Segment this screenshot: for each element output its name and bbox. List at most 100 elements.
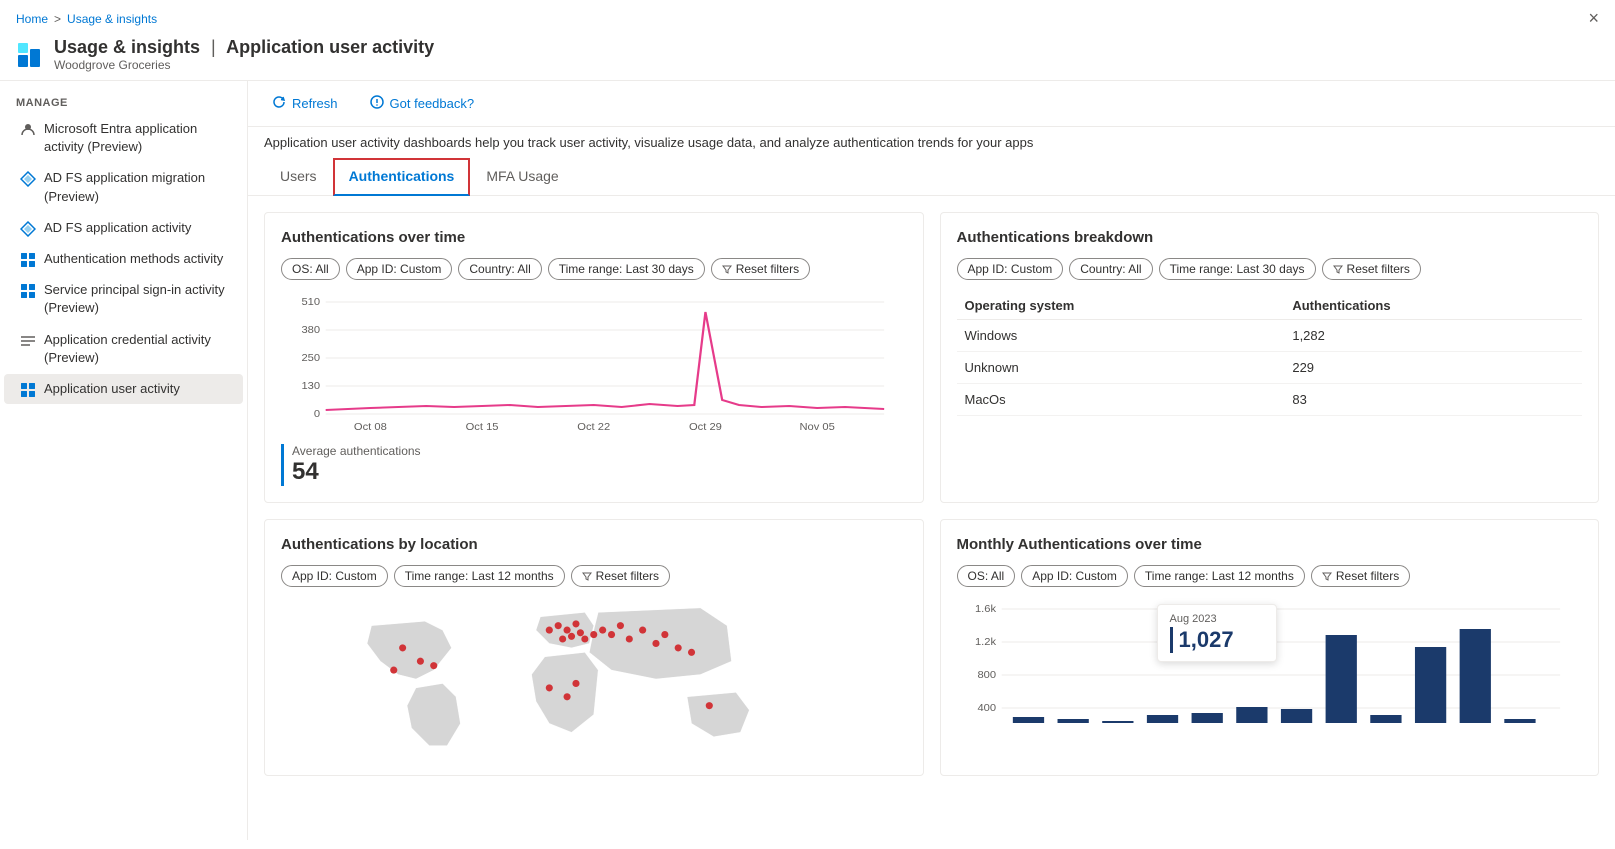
svg-text:800: 800 bbox=[977, 670, 996, 681]
chip-os[interactable]: OS: All bbox=[281, 258, 340, 280]
page-description: Application user activity dashboards hel… bbox=[248, 127, 1615, 158]
count-windows: 1,282 bbox=[1284, 320, 1582, 352]
card-auth-over-time: Authentications over time OS: All App ID… bbox=[264, 212, 924, 503]
os-macos: MacOs bbox=[957, 384, 1285, 416]
svg-text:380: 380 bbox=[301, 325, 320, 336]
breadcrumb-separator: > bbox=[54, 12, 61, 26]
card-monthly-auth-title: Monthly Authentications over time bbox=[957, 536, 1583, 553]
sidebar-item-ad-fs-activity-label: AD FS application activity bbox=[44, 219, 191, 237]
title-separator: | bbox=[211, 37, 216, 57]
reset-filters-btn-3[interactable]: Reset filters bbox=[571, 565, 670, 587]
tooltip-month: Aug 2023 bbox=[1170, 613, 1264, 625]
toolbar: Refresh Got feedback? bbox=[248, 81, 1615, 127]
location-filters: App ID: Custom Time range: Last 12 month… bbox=[281, 565, 907, 587]
chip-monthly-os[interactable]: OS: All bbox=[957, 565, 1016, 587]
feedback-icon bbox=[370, 95, 384, 112]
sidebar-item-ms-entra[interactable]: Microsoft Entra application activity (Pr… bbox=[4, 114, 243, 162]
svg-text:510: 510 bbox=[301, 297, 320, 308]
close-button[interactable]: × bbox=[1588, 8, 1599, 29]
reset-label-3: Reset filters bbox=[596, 569, 659, 583]
table-row: Windows 1,282 bbox=[957, 320, 1583, 352]
page-title: Usage & insights | Application user acti… bbox=[54, 37, 434, 58]
sidebar-item-app-user-activity-label: Application user activity bbox=[44, 380, 180, 398]
reset-filters-btn-1[interactable]: Reset filters bbox=[711, 258, 810, 280]
svg-text:Nov 05: Nov 05 bbox=[799, 422, 834, 432]
feedback-button[interactable]: Got feedback? bbox=[362, 91, 483, 116]
chip-monthly-appid[interactable]: App ID: Custom bbox=[1021, 565, 1128, 587]
diamond-icon bbox=[20, 171, 36, 187]
sidebar-item-auth-methods-label: Authentication methods activity bbox=[44, 250, 223, 268]
breakdown-filters: App ID: Custom Country: All Time range: … bbox=[957, 258, 1583, 280]
card-auth-by-location-title: Authentications by location bbox=[281, 536, 907, 553]
chip-location-timerange[interactable]: Time range: Last 12 months bbox=[394, 565, 565, 587]
chip-country[interactable]: Country: All bbox=[458, 258, 541, 280]
avg-section: Average authentications 54 bbox=[281, 444, 907, 486]
table-row: MacOs 83 bbox=[957, 384, 1583, 416]
svg-text:0: 0 bbox=[314, 409, 320, 420]
person-icon bbox=[20, 122, 36, 138]
chip-timerange[interactable]: Time range: Last 30 days bbox=[548, 258, 705, 280]
breadcrumb: Home > Usage & insights bbox=[16, 12, 157, 26]
card-auth-breakdown-title: Authentications breakdown bbox=[957, 229, 1583, 246]
auth-over-time-filters: OS: All App ID: Custom Country: All Time… bbox=[281, 258, 907, 280]
sidebar-item-service-principal-label: Service principal sign-in activity (Prev… bbox=[44, 281, 227, 317]
tabs-bar: Users Authentications MFA Usage bbox=[248, 158, 1615, 196]
filter-icon-2 bbox=[1333, 264, 1343, 274]
page-subtitle: Woodgrove Groceries bbox=[54, 58, 434, 72]
chip-monthly-timerange[interactable]: Time range: Last 12 months bbox=[1134, 565, 1305, 587]
sidebar-item-app-credential-label: Application credential activity (Preview… bbox=[44, 331, 227, 367]
sidebar-item-app-credential[interactable]: Application credential activity (Preview… bbox=[4, 325, 243, 373]
chip-breakdown-country[interactable]: Country: All bbox=[1069, 258, 1152, 280]
auth-over-time-chart: 510 380 250 130 0 Oct 08 Oct 15 Oct 22 O… bbox=[281, 292, 907, 432]
sidebar-section-manage: Manage bbox=[0, 89, 247, 113]
card-auth-over-time-title: Authentications over time bbox=[281, 229, 907, 246]
refresh-button[interactable]: Refresh bbox=[264, 91, 346, 116]
chip-location-appid[interactable]: App ID: Custom bbox=[281, 565, 388, 587]
grid-icon bbox=[20, 252, 36, 268]
svg-text:Oct 22: Oct 22 bbox=[577, 422, 610, 432]
sidebar-item-ad-fs-migration-label: AD FS application migration (Preview) bbox=[44, 169, 227, 205]
filter-icon-3 bbox=[582, 571, 592, 581]
avg-label: Average authentications bbox=[292, 444, 907, 458]
sidebar-item-app-user-activity[interactable]: Application user activity bbox=[4, 374, 243, 404]
diamond2-icon bbox=[20, 221, 36, 237]
tab-mfa[interactable]: MFA Usage bbox=[470, 158, 574, 196]
card-auth-breakdown: Authentications breakdown App ID: Custom… bbox=[940, 212, 1600, 503]
chip-breakdown-appid[interactable]: App ID: Custom bbox=[957, 258, 1064, 280]
sidebar-item-ad-fs-activity[interactable]: AD FS application activity bbox=[4, 213, 243, 243]
grid3-icon bbox=[20, 382, 36, 398]
card-monthly-auth: Monthly Authentications over time OS: Al… bbox=[940, 519, 1600, 776]
reset-label-2: Reset filters bbox=[1347, 262, 1410, 276]
chip-breakdown-timerange[interactable]: Time range: Last 30 days bbox=[1159, 258, 1316, 280]
os-windows: Windows bbox=[957, 320, 1285, 352]
filter-icon bbox=[722, 264, 732, 274]
sidebar-item-ad-fs-migration[interactable]: AD FS application migration (Preview) bbox=[4, 163, 243, 211]
tab-authentications[interactable]: Authentications bbox=[333, 158, 471, 196]
card-auth-by-location: Authentications by location App ID: Cust… bbox=[264, 519, 924, 776]
col-os: Operating system bbox=[957, 292, 1285, 320]
world-map bbox=[281, 599, 907, 759]
reset-filters-btn-4[interactable]: Reset filters bbox=[1311, 565, 1410, 587]
sidebar: Manage Microsoft Entra application activ… bbox=[0, 81, 248, 840]
sidebar-item-ms-entra-label: Microsoft Entra application activity (Pr… bbox=[44, 120, 227, 156]
table-row: Unknown 229 bbox=[957, 352, 1583, 384]
monthly-bar-chart: Aug 2023 1,027 1.6k 1.2k bbox=[957, 599, 1583, 739]
page-app-icon bbox=[16, 41, 44, 69]
reset-label-1: Reset filters bbox=[736, 262, 799, 276]
svg-text:Oct 15: Oct 15 bbox=[466, 422, 499, 432]
tab-users[interactable]: Users bbox=[264, 158, 333, 196]
svg-text:1.2k: 1.2k bbox=[974, 637, 996, 648]
reset-filters-btn-2[interactable]: Reset filters bbox=[1322, 258, 1421, 280]
svg-text:250: 250 bbox=[301, 353, 320, 364]
refresh-label: Refresh bbox=[292, 96, 338, 111]
col-auth: Authentications bbox=[1284, 292, 1582, 320]
chip-appid[interactable]: App ID: Custom bbox=[346, 258, 453, 280]
sidebar-item-service-principal[interactable]: Service principal sign-in activity (Prev… bbox=[4, 275, 243, 323]
sidebar-item-auth-methods[interactable]: Authentication methods activity bbox=[4, 244, 243, 274]
avg-value: 54 bbox=[292, 458, 907, 486]
breadcrumb-home[interactable]: Home bbox=[16, 12, 48, 26]
svg-text:1.6k: 1.6k bbox=[974, 604, 996, 615]
lines-icon bbox=[20, 333, 36, 349]
filter-icon-4 bbox=[1322, 571, 1332, 581]
chart-tooltip: Aug 2023 1,027 bbox=[1157, 604, 1277, 662]
